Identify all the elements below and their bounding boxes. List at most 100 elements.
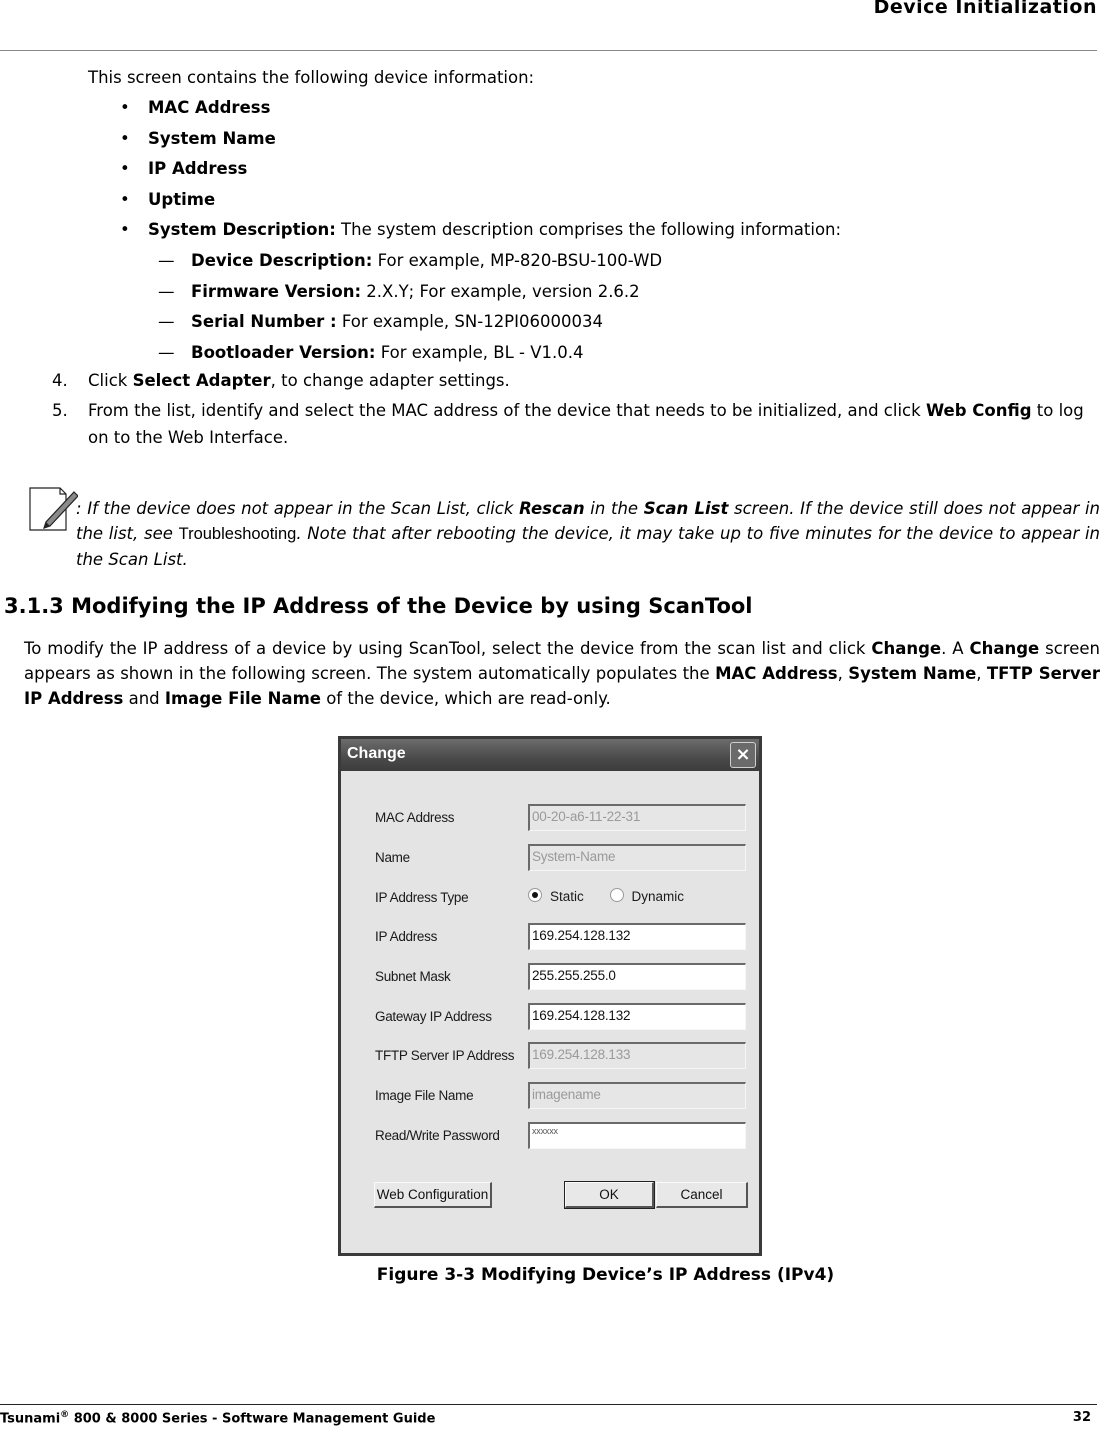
- dynamic-radio[interactable]: Dynamic: [609, 888, 685, 904]
- para-ui-term: System Name: [848, 664, 977, 683]
- item-text: For example, SN-12PI06000034: [336, 312, 603, 331]
- close-icon[interactable]: ×: [730, 742, 756, 768]
- page-header-title: Device Initialization: [873, 0, 1097, 18]
- note-ui-term: Rescan: [519, 499, 585, 518]
- bullet-icon: •: [120, 159, 130, 178]
- note-text: : If the device does not appear in the S…: [76, 496, 1100, 572]
- web-configuration-button[interactable]: Web Configuration: [374, 1182, 492, 1208]
- dynamic-radio-label: Dynamic: [631, 889, 685, 904]
- dash-icon: —: [158, 342, 175, 362]
- footer-guide-name: 800 & 8000 Series - Software Management …: [69, 1411, 436, 1427]
- step-number: 5.: [52, 401, 68, 420]
- step-text: From the list, identify and select the M…: [88, 401, 926, 420]
- static-radio[interactable]: Static: [528, 888, 584, 904]
- ip-address-row: IP Address 169.254.128.132: [341, 923, 759, 951]
- name-label: Name: [375, 850, 410, 865]
- item-label: Uptime: [148, 189, 216, 209]
- step-item: 4. Click Select Adapter, to change adapte…: [52, 367, 1100, 394]
- troubleshooting-link[interactable]: Troubleshooting: [179, 525, 297, 543]
- para-ui-term: MAC Address: [715, 664, 838, 683]
- registered-mark: ®: [60, 1410, 70, 1420]
- dialog-titlebar[interactable]: Change ×: [341, 739, 759, 771]
- static-radio-label: Static: [550, 889, 584, 904]
- para-text: ,: [837, 664, 849, 683]
- intro-text: This screen contains the following devic…: [88, 68, 535, 87]
- item-text: 2.X.Y; For example, version 2.6.2: [361, 281, 640, 301]
- gateway-ip-row: Gateway IP Address 169.254.128.132: [341, 1003, 759, 1031]
- list-item: • System Name: [120, 124, 841, 155]
- footer-guide-title: Tsunami® 800 & 8000 Series - Software Ma…: [0, 1410, 435, 1426]
- item-label: Firmware Version:: [191, 281, 362, 301]
- note-segment: in the: [584, 499, 644, 518]
- subnet-mask-label: Subnet Mask: [375, 969, 451, 984]
- ip-address-field[interactable]: 169.254.128.132: [528, 923, 746, 950]
- item-label: System Description:: [148, 220, 336, 239]
- footer-divider: [0, 1404, 1097, 1405]
- tftp-server-ip-row: TFTP Server IP Address 169.254.128.133: [341, 1042, 759, 1070]
- item-label: MAC Address: [148, 98, 271, 117]
- step-ui-term: Web Config: [925, 401, 1032, 420]
- list-item: — Device Description: For example, MP-820…: [158, 246, 662, 277]
- list-item: • Uptime: [120, 185, 841, 216]
- mac-address-row: MAC Address 00-20-a6-11-22-31: [341, 804, 759, 832]
- header-divider: [0, 50, 1097, 51]
- figure-caption: Figure 3-3 Modifying Device’s IP Address…: [376, 1265, 835, 1285]
- page-number: 32: [1072, 1410, 1091, 1425]
- para-text: . A: [941, 639, 970, 658]
- image-file-name-row: Image File Name imagename: [341, 1082, 759, 1110]
- system-description-list: — Device Description: For example, MP-820…: [158, 246, 662, 368]
- para-ui-term: Image File Name: [164, 689, 321, 708]
- gateway-ip-label: Gateway IP Address: [375, 1009, 492, 1024]
- dialog-title: Change: [347, 745, 406, 762]
- item-label: System Name: [148, 128, 276, 148]
- gateway-ip-field[interactable]: 169.254.128.132: [528, 1003, 746, 1030]
- footer-brand: Tsunami: [0, 1411, 61, 1427]
- ip-address-type-row: IP Address Type Static Dynamic: [341, 884, 759, 912]
- note-ui-term: Scan List: [643, 499, 729, 518]
- para-ui-term: Change: [871, 639, 942, 658]
- step-ui-term: Select Adapter: [132, 371, 271, 390]
- ok-button[interactable]: OK: [564, 1181, 655, 1209]
- item-text: The system description comprises the fol…: [335, 220, 842, 239]
- password-row: Read/Write Password xxxxxx: [341, 1122, 759, 1150]
- tftp-server-ip-field: 169.254.128.133: [528, 1042, 746, 1069]
- subnet-mask-row: Subnet Mask 255.255.255.0: [341, 963, 759, 991]
- item-text: For example, BL - V1.0.4: [375, 342, 584, 362]
- password-field[interactable]: xxxxxx: [528, 1122, 746, 1149]
- cancel-button[interactable]: Cancel: [656, 1182, 748, 1208]
- ip-address-label: IP Address: [375, 929, 438, 944]
- para-text: and: [123, 689, 165, 708]
- para-text: ,: [976, 664, 987, 683]
- list-item: • IP Address: [120, 154, 841, 185]
- item-label: Serial Number :: [191, 312, 337, 331]
- mac-address-field: 00-20-a6-11-22-31: [528, 804, 746, 831]
- para-text: of the device, which are read-only.: [320, 689, 611, 708]
- bullet-icon: •: [120, 128, 130, 148]
- step-text: , to change adapter settings.: [270, 371, 510, 390]
- bullet-icon: •: [120, 220, 130, 239]
- dash-icon: —: [158, 312, 175, 331]
- list-item: — Serial Number : For example, SN-12PI060…: [158, 307, 662, 338]
- list-item: — Bootloader Version: For example, BL - V…: [158, 338, 662, 369]
- step-text: Click: [88, 371, 133, 390]
- change-dialog: Change × MAC Address 00-20-a6-11-22-31 N…: [338, 736, 762, 1256]
- radio-unselected-icon: [609, 888, 624, 902]
- step-number: 4.: [52, 371, 68, 390]
- note-pencil-icon: [28, 482, 79, 532]
- password-label: Read/Write Password: [375, 1128, 500, 1143]
- subnet-mask-field[interactable]: 255.255.255.0: [528, 963, 746, 990]
- tftp-server-ip-label: TFTP Server IP Address: [375, 1048, 515, 1063]
- ip-address-type-label: IP Address Type: [375, 890, 469, 905]
- item-label: Device Description:: [191, 251, 373, 270]
- bullet-icon: •: [120, 98, 130, 117]
- image-file-name-field: imagename: [528, 1082, 746, 1109]
- list-item: — Firmware Version: 2.X.Y; For example, v…: [158, 277, 662, 308]
- name-row: Name System-Name: [341, 844, 759, 872]
- radio-selected-icon: [528, 888, 542, 902]
- image-file-name-label: Image File Name: [375, 1088, 474, 1103]
- ip-address-type-radio-group: Static Dynamic: [528, 888, 706, 904]
- bullet-icon: •: [120, 189, 130, 209]
- mac-address-label: MAC Address: [375, 810, 455, 825]
- device-info-list: • MAC Address • System Name • IP Address • U…: [120, 93, 841, 246]
- name-field: System-Name: [528, 844, 746, 871]
